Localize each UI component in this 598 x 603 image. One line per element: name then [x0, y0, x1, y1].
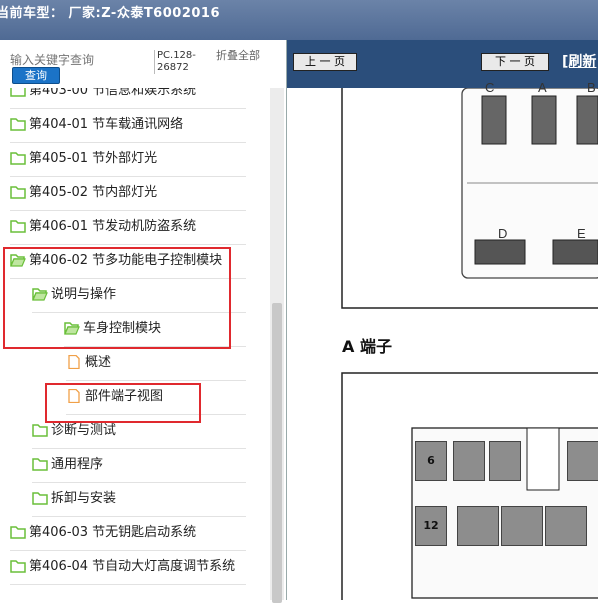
pin-slot: [453, 441, 485, 481]
fold-all-button[interactable]: 折叠全部: [216, 50, 260, 62]
folder-icon: [10, 219, 26, 233]
pin-number: 12: [423, 519, 439, 532]
tree-item[interactable]: 第405-02 节内部灯光: [10, 176, 246, 211]
left-panel: 查询 PC.128-26872 折叠全部 第403-00 节信息和娱乐系统 第4…: [0, 40, 287, 603]
folder-icon: [10, 559, 26, 573]
tree-item[interactable]: 第406-04 节自动大灯高度调节系统: [10, 550, 246, 585]
search-area: 查询 PC.128-26872 折叠全部: [0, 40, 286, 88]
search-input[interactable]: [10, 52, 142, 68]
pin-slot: [567, 441, 598, 481]
pin-slot: 6: [415, 441, 447, 481]
page-nav-bar: 上 一 页 下 一 页 [刷新: [287, 40, 598, 88]
next-page-button[interactable]: 下 一 页: [481, 53, 549, 71]
refresh-link[interactable]: [刷新: [562, 51, 596, 71]
highlight-box-terminal-view: [45, 383, 201, 423]
tree-item[interactable]: 第406-03 节无钥匙启动系统: [10, 516, 246, 551]
tree-item-label: 第405-02 节内部灯光: [29, 185, 158, 200]
terminal-diagram: C A B D E A 端子 6 12: [287, 80, 598, 600]
folder-icon: [10, 525, 26, 539]
tree-item-label: 第406-03 节无钥匙启动系统: [29, 525, 197, 540]
document-icon: [68, 354, 80, 369]
tree-item-label: 第406-01 节发动机防盗系统: [29, 219, 197, 234]
tree-item[interactable]: 第405-01 节外部灯光: [10, 142, 246, 177]
connector-label-a: A: [538, 80, 547, 95]
connector-label-b: B: [587, 80, 596, 95]
tree-item[interactable]: 第404-01 节车载通讯网络: [10, 108, 246, 143]
pin-slot: [489, 441, 521, 481]
pin-slot: [457, 506, 499, 546]
tree-item[interactable]: 概述: [66, 346, 246, 381]
tree-item-label: 诊断与测试: [51, 423, 117, 438]
tree-scrollbar[interactable]: [270, 88, 284, 603]
folder-icon: [10, 117, 26, 131]
tree-item-label: 第406-04 节自动大灯高度调节系统: [29, 559, 236, 574]
prev-page-button[interactable]: 上 一 页: [293, 53, 357, 71]
folder-icon: [10, 88, 26, 97]
highlight-box-module: [3, 247, 231, 349]
prev-page-label: 上 一 页: [305, 55, 345, 68]
tree-item-label: 第403-00 节信息和娱乐系统: [29, 88, 197, 98]
tree-item-label: 第405-01 节外部灯光: [29, 151, 158, 166]
tree-item-label: 第404-01 节车载通讯网络: [29, 117, 184, 132]
tree-item[interactable]: 拆卸与安装: [32, 482, 246, 517]
next-page-label: 下 一 页: [495, 55, 535, 68]
tree-item[interactable]: 第406-01 节发动机防盗系统: [10, 210, 246, 245]
pin-slot: [501, 506, 543, 546]
title-bar: 当前车型： 厂家:Z-众泰T6002016: [0, 0, 598, 40]
tree-item-label: 拆卸与安装: [51, 491, 117, 506]
pin-slot: [545, 506, 587, 546]
folder-icon: [10, 151, 26, 165]
folder-icon: [32, 423, 48, 437]
search-button[interactable]: 查询: [12, 67, 60, 84]
tree-item-label: 通用程序: [51, 457, 104, 472]
current-model-label: 当前车型： 厂家:Z-众泰T6002016: [0, 6, 221, 21]
tree-item-label: 概述: [85, 355, 112, 370]
connector-label-c: C: [485, 80, 495, 95]
section-title: A 端子: [342, 337, 392, 356]
connector-label-e: E: [577, 226, 586, 241]
tree-item[interactable]: 第403-00 节信息和娱乐系统: [10, 88, 246, 109]
folder-icon: [10, 185, 26, 199]
pc-code: PC.128-26872: [154, 50, 207, 74]
folder-icon: [32, 457, 48, 471]
document-panel: 上 一 页 下 一 页 [刷新 C A B D E A 端子 6 12: [287, 40, 598, 600]
pin-slot: 12: [415, 506, 447, 546]
pin-number: 6: [427, 454, 435, 467]
scrollbar-thumb[interactable]: [272, 303, 282, 603]
connector-label-d: D: [498, 226, 508, 241]
tree-item[interactable]: 通用程序: [32, 448, 246, 483]
folder-icon: [32, 491, 48, 505]
